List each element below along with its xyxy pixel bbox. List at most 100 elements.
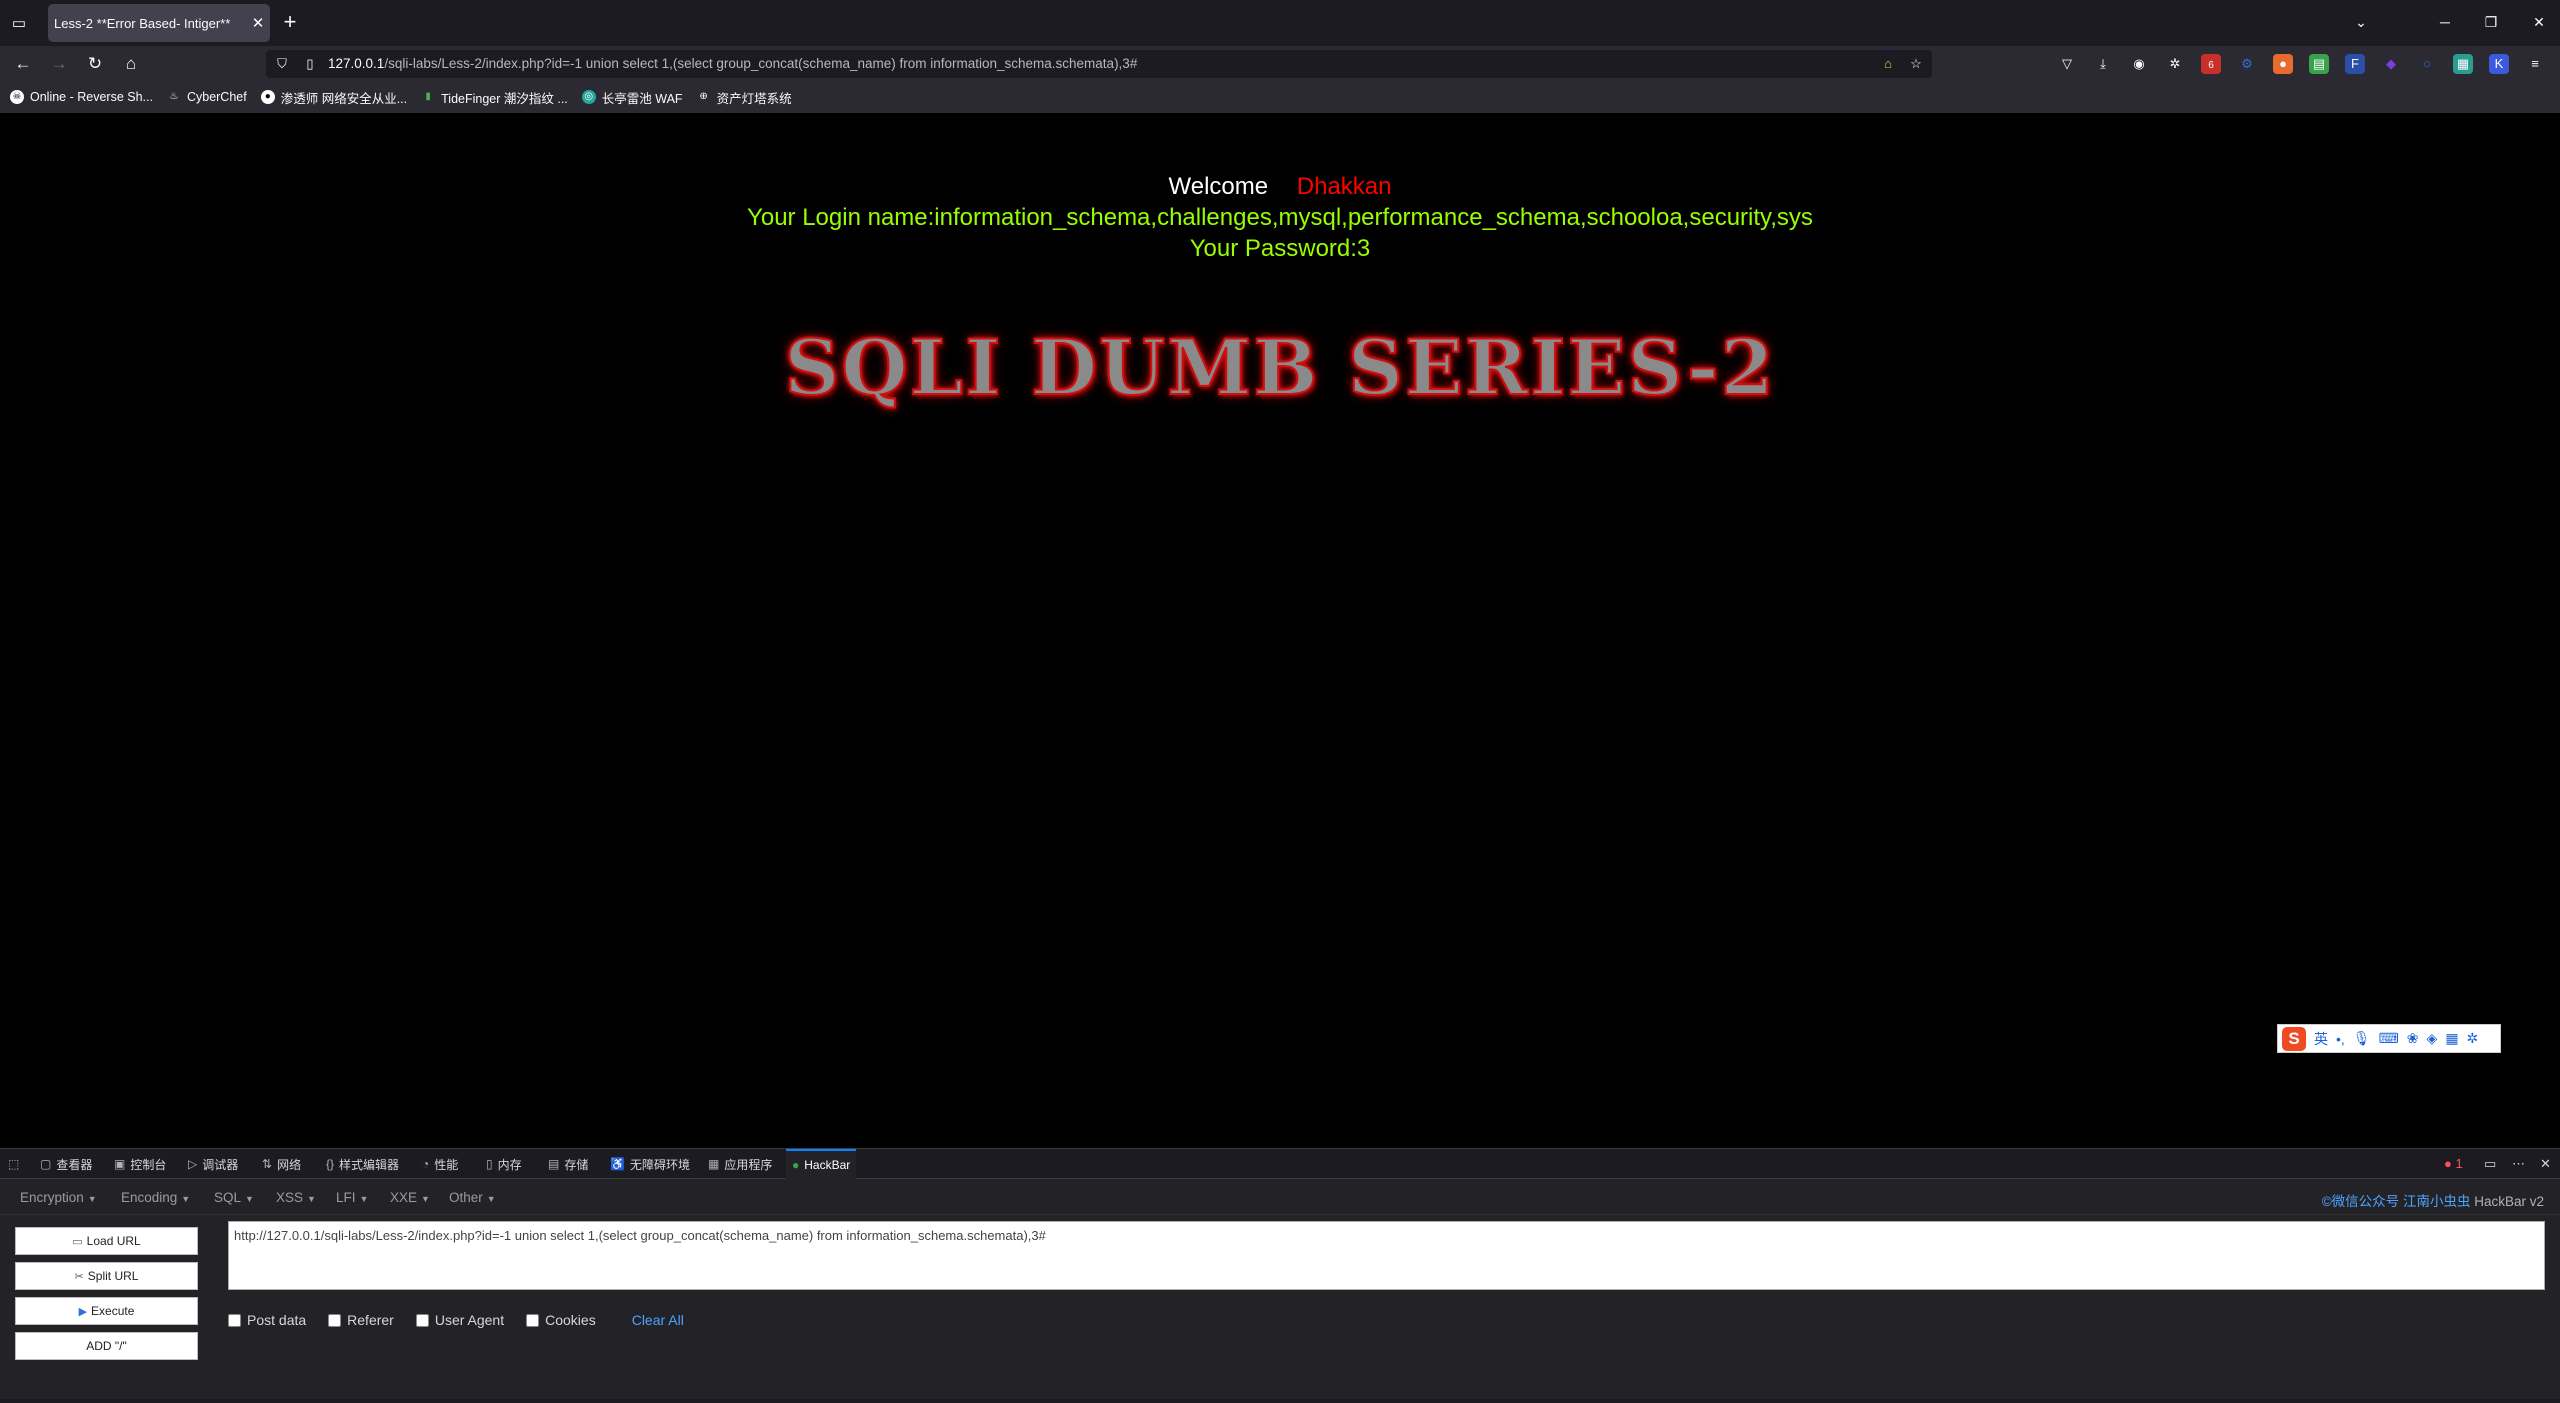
extension-green-icon[interactable]: ▤ bbox=[2309, 54, 2329, 74]
extensions-icon[interactable]: ✲ bbox=[2165, 54, 2185, 74]
menu-xxe[interactable]: XXE ▼ bbox=[390, 1190, 430, 1205]
extension-teal-icon[interactable]: ▦ bbox=[2453, 54, 2473, 74]
post-data-checkbox[interactable]: Post data bbox=[228, 1312, 306, 1328]
tab-application[interactable]: ▦ 应用程序 bbox=[708, 1149, 772, 1179]
tab-bar: ▭ Less-2 **Error Based- Intiger** ✕ + ⌄ … bbox=[0, 0, 2560, 46]
active-tab[interactable]: Less-2 **Error Based- Intiger** ✕ bbox=[48, 4, 270, 42]
user-agent-checkbox[interactable]: User Agent bbox=[415, 1312, 504, 1328]
more-options-icon[interactable]: ⋯ bbox=[2512, 1149, 2525, 1179]
menu-encoding[interactable]: Encoding ▼ bbox=[121, 1190, 190, 1205]
menu-xss[interactable]: XSS ▼ bbox=[276, 1190, 316, 1205]
close-window-icon[interactable]: ✕ bbox=[2524, 10, 2554, 34]
keyboard-icon[interactable]: ⌨ bbox=[2379, 1030, 2399, 1047]
hackbar-icon: ● bbox=[792, 1158, 800, 1172]
hackbar-url-textarea[interactable]: http://127.0.0.1/sqli-labs/Less-2/index.… bbox=[228, 1221, 2545, 1290]
tab-list-chevron-icon[interactable]: ⌄ bbox=[2346, 10, 2376, 34]
address-bar[interactable]: ⛉ ▯ 127.0.0.1/sqli-labs/Less-2/index.php… bbox=[266, 50, 1932, 78]
split-url-button[interactable]: ✂ Split URL bbox=[15, 1262, 198, 1290]
ime-settings-icon[interactable]: ✲ bbox=[2467, 1030, 2479, 1047]
new-tab-icon[interactable]: + bbox=[277, 11, 303, 35]
error-count-badge[interactable]: ● 1 bbox=[2444, 1149, 2463, 1179]
pocket-icon[interactable]: ▽ bbox=[2057, 54, 2077, 74]
login-name-line: Your Login name:information_schema,chall… bbox=[747, 204, 1813, 231]
bookmarks-toolbar: ☠ Online - Reverse Sh... ♨ CyberChef ● 渗透师 … bbox=[0, 81, 2560, 113]
tab-style-editor[interactable]: {} 样式编辑器 bbox=[326, 1149, 399, 1179]
bookmark-item[interactable]: ▮ TideFinger 潮汐指纹 ... bbox=[421, 88, 567, 107]
globe-icon: ⊕ bbox=[699, 91, 708, 102]
tab-storage[interactable]: ▤ 存储 bbox=[548, 1149, 588, 1179]
load-url-icon: ▭ bbox=[72, 1235, 83, 1248]
extension-blue-icon[interactable]: ⚙ bbox=[2237, 54, 2257, 74]
bookmark-item[interactable]: ● 渗透师 网络安全从业... bbox=[260, 88, 407, 107]
downloads-icon[interactable]: ⤓ bbox=[2093, 54, 2113, 74]
load-url-button[interactable]: ▭ Load URL bbox=[15, 1227, 198, 1255]
extension-orange-icon[interactable]: ● bbox=[2273, 54, 2293, 74]
menu-icon[interactable]: ≡ bbox=[2525, 54, 2545, 74]
extension-dot-icon[interactable]: ○ bbox=[2417, 54, 2437, 74]
tab-hackbar[interactable]: ● HackBar bbox=[786, 1149, 857, 1179]
game-icon[interactable]: ◈ bbox=[2427, 1030, 2438, 1047]
execute-icon: ▶ bbox=[78, 1305, 88, 1318]
sogou-logo-icon[interactable]: S bbox=[2282, 1026, 2306, 1051]
extension-purple-icon[interactable]: ◆ bbox=[2381, 54, 2401, 74]
menu-encryption[interactable]: Encryption ▼ bbox=[20, 1190, 97, 1205]
tab-console[interactable]: ▣ 控制台 bbox=[114, 1149, 166, 1179]
back-icon[interactable]: ← bbox=[10, 51, 36, 77]
bookmark-star-icon[interactable]: ☆ bbox=[1906, 54, 1926, 74]
menu-sql[interactable]: SQL ▼ bbox=[214, 1190, 254, 1205]
clear-all-link[interactable]: Clear All bbox=[632, 1312, 684, 1328]
url-text[interactable]: 127.0.0.1/sqli-labs/Less-2/index.php?id=… bbox=[328, 56, 1137, 71]
bookmark-item[interactable]: ♨ CyberChef bbox=[167, 90, 246, 104]
bookmark-item[interactable]: ⊕ 资产灯塔系统 bbox=[697, 88, 791, 107]
inspector-icon: ▢ bbox=[40, 1157, 52, 1171]
menu-lfi[interactable]: LFI ▼ bbox=[336, 1190, 368, 1205]
execute-button[interactable]: ▶ Execute bbox=[15, 1297, 198, 1325]
ime-toolbar[interactable]: S 英 •, 🎙 ⌨ ❀ ◈ ▦ ✲ bbox=[2277, 1024, 2501, 1053]
devtools-tab-bar: ⬚ ▢ 查看器 ▣ 控制台 ▷ 调试器 ⇅ 网络 {} 样式编辑器 ◔ 性能 ▯ 内存 ▤ 存储… bbox=[0, 1149, 2560, 1179]
tab-memory[interactable]: ▯ 内存 bbox=[486, 1149, 522, 1179]
skin-icon[interactable]: ❀ bbox=[2407, 1030, 2419, 1047]
welcome-label: Welcome bbox=[1168, 173, 1269, 200]
menu-other[interactable]: Other ▼ bbox=[449, 1190, 496, 1205]
tab-accessibility[interactable]: ♿ 无障碍环境 bbox=[610, 1149, 690, 1179]
reload-icon[interactable]: ↻ bbox=[82, 51, 108, 77]
performance-icon: ◔ bbox=[422, 1157, 430, 1171]
extension-k-icon[interactable]: K bbox=[2489, 54, 2509, 74]
microphone-icon[interactable]: 🎙 bbox=[2353, 1030, 2371, 1047]
bookmark-item[interactable]: ☠ Online - Reverse Sh... bbox=[10, 90, 153, 104]
tab-network[interactable]: ⇅ 网络 bbox=[262, 1149, 301, 1179]
extension-notification-icon[interactable]: 6 bbox=[2201, 54, 2221, 74]
tab-inspector[interactable]: ▢ 查看器 bbox=[40, 1149, 92, 1179]
bookmark-item[interactable]: ◎ 长亭雷池 WAF bbox=[581, 88, 683, 107]
page-content: Welcome Dhakkan Your Login name:informat… bbox=[0, 113, 2560, 1148]
dock-side-icon[interactable]: ▭ bbox=[2484, 1149, 2496, 1179]
restore-icon[interactable]: ❐ bbox=[2476, 10, 2506, 34]
waf-icon: ◎ bbox=[581, 90, 596, 104]
tab-performance[interactable]: ◔ 性能 bbox=[422, 1149, 458, 1179]
extension-f-icon[interactable]: F bbox=[2345, 54, 2365, 74]
close-devtools-icon[interactable]: ✕ bbox=[2540, 1149, 2551, 1179]
apps-grid-icon[interactable]: ▦ bbox=[2445, 1030, 2458, 1047]
element-picker-icon[interactable]: ⬚ bbox=[8, 1149, 19, 1179]
minimize-icon[interactable]: ─ bbox=[2430, 10, 2460, 34]
tab-close-icon[interactable]: ✕ bbox=[246, 14, 270, 32]
home-page-icon[interactable]: ⌂ bbox=[1878, 54, 1898, 74]
chef-hat-icon: ♨ bbox=[169, 91, 179, 102]
home-icon[interactable]: ⌂ bbox=[118, 51, 144, 77]
memory-icon: ▯ bbox=[486, 1157, 493, 1171]
firefox-view-icon[interactable]: ▭ bbox=[6, 11, 32, 35]
password-line: Your Password:3 bbox=[1189, 235, 1371, 262]
tracking-shield-icon[interactable]: ⛉ bbox=[272, 54, 292, 74]
account-icon[interactable]: ◉ bbox=[2129, 54, 2149, 74]
cookies-checkbox[interactable]: Cookies bbox=[526, 1312, 596, 1328]
forward-icon[interactable]: → bbox=[46, 51, 72, 77]
network-icon: ⇅ bbox=[262, 1157, 273, 1171]
ime-language[interactable]: 英 bbox=[2314, 1029, 2328, 1049]
referer-checkbox[interactable]: Referer bbox=[328, 1312, 394, 1328]
page-info-icon[interactable]: ▯ bbox=[300, 54, 320, 74]
style-editor-icon: {} bbox=[326, 1157, 335, 1171]
ime-punctuation[interactable]: •, bbox=[2336, 1031, 2345, 1047]
add-slash-button[interactable]: ADD "/" bbox=[15, 1332, 198, 1360]
tab-debugger[interactable]: ▷ 调试器 bbox=[188, 1149, 238, 1179]
hackbar-options: Post data Referer User Agent Cookies Cle… bbox=[228, 1312, 684, 1328]
